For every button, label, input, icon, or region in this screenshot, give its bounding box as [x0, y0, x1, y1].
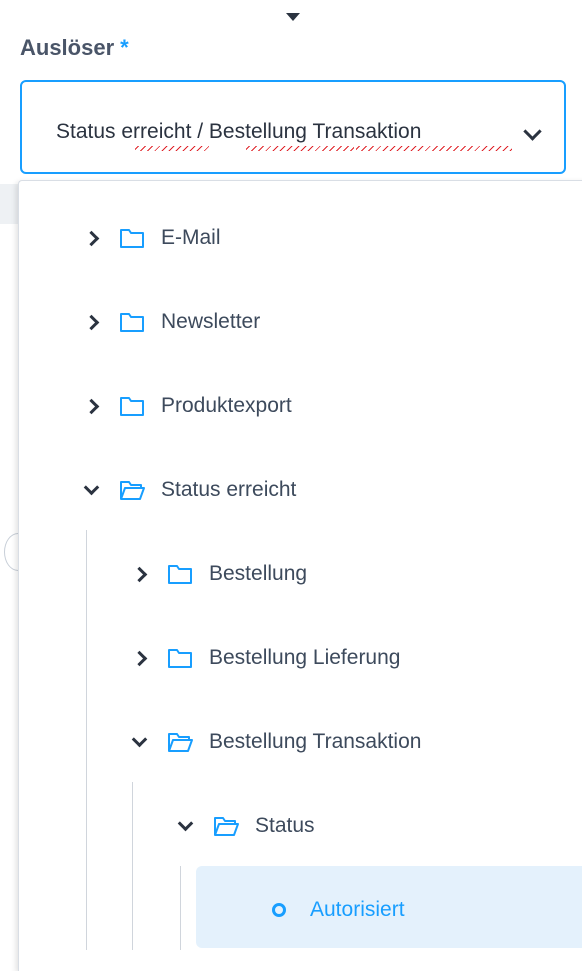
folder-open-icon	[168, 733, 193, 752]
tree-item-status[interactable]: Status	[177, 806, 315, 846]
tree-item-label: Newsletter	[161, 310, 261, 333]
chevron-down-icon[interactable]	[523, 122, 542, 141]
chevron-right-icon[interactable]	[83, 314, 100, 330]
select-value: Status erreicht / Bestellung Transaktion	[56, 120, 421, 144]
select-value-part: /	[191, 120, 209, 143]
tree-item-label: E-Mail	[161, 226, 221, 249]
tree-item-label: Status	[255, 814, 315, 837]
caret-down-icon	[286, 13, 300, 21]
chevron-down-icon[interactable]	[177, 815, 194, 832]
folder-icon	[120, 313, 144, 332]
field-label: Auslöser *	[20, 35, 129, 61]
select-value-part: erreicht	[121, 120, 192, 143]
tree-item-label: Bestellung	[209, 562, 308, 585]
tree-item-bestellung-lieferung[interactable]: Bestellung Lieferung	[131, 638, 401, 678]
tree-item-label: Bestellung Lieferung	[209, 646, 401, 669]
trigger-select[interactable]: Status erreicht / Bestellung Transaktion	[20, 80, 566, 174]
folder-icon	[120, 229, 144, 248]
tree-item-newsletter[interactable]: Newsletter	[83, 302, 261, 342]
tree-item-label: Autorisiert	[310, 898, 405, 921]
spellcheck-underline	[246, 146, 354, 151]
tree-guide-line	[86, 530, 87, 950]
folder-open-icon	[214, 817, 239, 836]
tree-guide-line	[132, 782, 133, 950]
chevron-down-icon[interactable]	[83, 479, 100, 496]
tree-leaf-autorisiert[interactable]: Autorisiert	[272, 890, 405, 930]
background-panel	[0, 184, 20, 224]
chevron-right-icon[interactable]	[83, 230, 100, 246]
select-value-part: Transaktion	[312, 120, 422, 143]
tree-item-bestellung[interactable]: Bestellung	[131, 554, 308, 594]
select-value-part: Status	[56, 120, 122, 143]
tree-item-produktexport[interactable]: Produktexport	[83, 386, 292, 426]
chevron-right-icon[interactable]	[83, 398, 100, 414]
tree-item-bestellung-transaktion[interactable]: Bestellung Transaktion	[131, 722, 422, 762]
tree-item-email[interactable]: E-Mail	[83, 218, 221, 258]
folder-open-icon	[120, 481, 145, 500]
chevron-right-icon[interactable]	[131, 650, 148, 666]
spellcheck-underline	[135, 146, 209, 151]
required-marker: *	[120, 35, 129, 60]
folder-icon	[168, 565, 192, 584]
field-label-text: Auslöser	[20, 35, 115, 60]
select-value-part: Bestellung	[208, 120, 307, 143]
tree-item-label: Bestellung Transaktion	[209, 730, 422, 753]
tree-item-label: Produktexport	[161, 394, 292, 417]
chevron-down-icon[interactable]	[131, 731, 148, 748]
folder-icon	[120, 397, 144, 416]
tree-item-status-erreicht[interactable]: Status erreicht	[83, 470, 297, 510]
folder-icon	[168, 649, 192, 668]
spellcheck-underline	[356, 146, 512, 151]
tree-item-label: Status erreicht	[161, 478, 297, 501]
tree-guide-line	[180, 866, 181, 950]
chevron-right-icon[interactable]	[131, 566, 148, 582]
radio-dot-icon	[272, 903, 286, 917]
